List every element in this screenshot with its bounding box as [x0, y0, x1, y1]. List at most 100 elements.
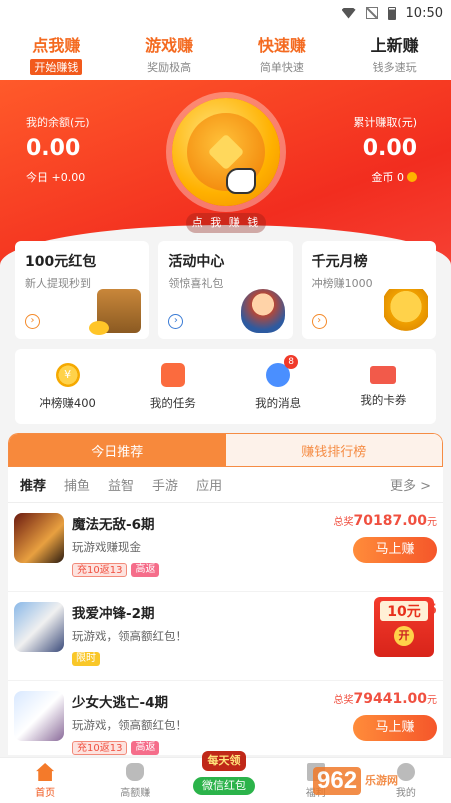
- card-title: 千元月榜: [311, 254, 368, 270]
- quick-label: 我的消息: [255, 395, 302, 410]
- prize-unit: 元: [427, 695, 437, 706]
- prize-amount: 70187.00: [353, 513, 427, 529]
- game-prize-block: 总奖70187.00元 马上赚: [333, 513, 437, 563]
- prize-unit: 元: [427, 517, 437, 528]
- nav-dianwozhuan[interactable]: 点我赚 开始赚钱: [0, 26, 113, 80]
- watermark-logo: 962 乐游网: [313, 765, 443, 797]
- card-monthly-ranking[interactable]: 千元月榜 冲榜赚1000 ›: [301, 241, 436, 339]
- today-earnings: 今日 +0.00: [26, 171, 86, 184]
- chevron-right-icon: ›: [25, 314, 40, 329]
- money-tree-icon: [383, 289, 428, 333]
- chevron-right-icon: ›: [168, 314, 184, 329]
- quick-links: ¥ 冲榜赚400 我的任务 8 我的消息 我的卡券: [15, 349, 436, 424]
- tab-label: 首页: [35, 788, 56, 799]
- status-bar: 10:50: [0, 0, 451, 26]
- nav-title: 游戏赚: [145, 35, 194, 55]
- earn-button-label[interactable]: 点 我 赚 钱: [186, 213, 266, 233]
- balance-block: 我的余额(元) 0.00 今日 +0.00: [26, 114, 90, 185]
- floating-red-packet[interactable]: 10元 开: [374, 597, 434, 657]
- nav-youxizhuan[interactable]: 游戏赚 奖励极高: [113, 26, 226, 80]
- earned-amount: 0.00: [362, 136, 417, 161]
- game-row[interactable]: 魔法无敌-6期 玩游戏赚现金 充10返13 高返 总奖70187.00元 马上赚: [8, 503, 443, 592]
- segment-control: 今日推荐 赚钱排行榜: [8, 433, 443, 467]
- earn-coin-button[interactable]: [172, 98, 280, 206]
- no-signal-icon: [365, 7, 378, 19]
- nav-sub: 钱多速玩: [372, 60, 417, 74]
- wifi-icon: [341, 7, 356, 19]
- tag-high-return: 高返: [131, 563, 160, 577]
- filter-apps[interactable]: 应用: [196, 475, 222, 494]
- nav-sub: 奖励极高: [147, 60, 192, 74]
- filter-mobile-games[interactable]: 手游: [152, 475, 178, 494]
- wechat-red-packet-label: 微信红包: [193, 777, 255, 795]
- quick-label: 冲榜赚400: [39, 395, 96, 410]
- top-nav: 点我赚 开始赚钱 游戏赚 奖励极高 快速赚 简单快速 上新赚 钱多速玩: [0, 26, 451, 80]
- prize-text: 总奖70187.00元: [333, 513, 437, 529]
- balance-label: 我的余额(元): [26, 116, 90, 129]
- nav-title: 快速赚: [257, 35, 306, 55]
- daily-label: 每天领: [202, 751, 246, 771]
- nav-sub: 简单快速: [259, 60, 304, 74]
- filter-recommend[interactable]: 推荐: [20, 475, 46, 494]
- card-activity-center[interactable]: 活动中心 领惊喜礼包 ›: [158, 241, 293, 339]
- chevron-right-icon: ›: [311, 314, 327, 329]
- prize-text: 总奖79441.00元: [333, 691, 437, 707]
- tab-label: 高额赚: [120, 788, 151, 799]
- coin-icon: [207, 133, 245, 171]
- money-bag-icon: [126, 763, 145, 781]
- prize-label: 总奖: [333, 517, 354, 528]
- tab-home[interactable]: 首页: [0, 758, 90, 803]
- coin-count: 金币 0: [353, 169, 417, 185]
- open-button[interactable]: 开: [394, 626, 414, 646]
- clock: 10:50: [405, 5, 443, 21]
- daily-wechat-red-packet-button[interactable]: 每天领 微信红包: [193, 751, 255, 799]
- quick-my-coupons[interactable]: 我的卡券: [331, 349, 436, 424]
- message-badge: 8: [284, 354, 299, 369]
- game-icon: [14, 513, 64, 563]
- earned-block: 累计赚取(元) 0.00 金币 0: [353, 114, 417, 185]
- quick-label: 我的任务: [149, 395, 196, 410]
- feature-cards: 100元红包 新人提现秒到 › 活动中心 领惊喜礼包 › 千元月榜 冲榜赚100…: [15, 241, 436, 339]
- tag-rebate: 充10返13: [72, 563, 128, 577]
- tag-high-return: 高返: [131, 741, 160, 755]
- tag-limited: 限时: [72, 652, 100, 666]
- quick-rank-400[interactable]: ¥ 冲榜赚400: [15, 349, 120, 424]
- nav-sub: 开始赚钱: [30, 58, 83, 75]
- coupon-icon: [370, 365, 397, 384]
- filter-fishing[interactable]: 捕鱼: [64, 475, 90, 494]
- card-title: 活动中心: [168, 254, 225, 270]
- prize-label: 总奖: [333, 695, 354, 706]
- watermark-text: 乐游网: [365, 774, 399, 787]
- card-title: 100元红包: [25, 254, 97, 270]
- nav-shangxinzhuan[interactable]: 上新赚 钱多速玩: [338, 26, 451, 80]
- message-icon: 8: [266, 354, 299, 387]
- watermark-number: 962: [313, 767, 362, 795]
- game-icon: [14, 602, 64, 652]
- yen-coin-icon: ¥: [55, 362, 80, 387]
- game-row[interactable]: 少女大逃亡-4期 玩游戏，领高额红包！ 充10返13 高返 总奖79441.00…: [8, 681, 443, 755]
- game-tags: 充10返13 高返: [72, 563, 435, 577]
- tab-high-earning[interactable]: 高额赚: [90, 758, 180, 803]
- category-filters: 推荐 捕鱼 益智 手游 应用 更多 >: [8, 467, 443, 503]
- quick-my-tasks[interactable]: 我的任务: [120, 349, 225, 424]
- quick-my-messages[interactable]: 8 我的消息: [226, 349, 331, 424]
- game-icon: [14, 691, 64, 741]
- earn-now-button[interactable]: 马上赚: [353, 715, 437, 741]
- home-icon: [36, 763, 55, 781]
- more-link[interactable]: 更多 >: [390, 475, 431, 494]
- red-packet-amount: 10元: [380, 601, 428, 621]
- game-panel: 今日推荐 赚钱排行榜 推荐 捕鱼 益智 手游 应用 更多 > 魔法无敌-6期 玩…: [8, 433, 443, 755]
- character-icon: [240, 289, 285, 333]
- earned-label: 累计赚取(元): [353, 116, 417, 129]
- filter-puzzle[interactable]: 益智: [108, 475, 134, 494]
- nav-title: 点我赚: [32, 35, 81, 55]
- nav-kuaisuzhuan[interactable]: 快速赚 简单快速: [226, 26, 339, 80]
- coin-count-text: 金币 0: [371, 171, 405, 184]
- tab-earning-ranking[interactable]: 赚钱排行榜: [225, 434, 442, 466]
- tab-today-recommend[interactable]: 今日推荐: [9, 434, 226, 466]
- prize-amount: 79441.00: [353, 691, 427, 707]
- nav-title: 上新赚: [370, 35, 419, 55]
- earn-now-button[interactable]: 马上赚: [353, 537, 437, 563]
- card-red-packet[interactable]: 100元红包 新人提现秒到 ›: [15, 241, 150, 339]
- game-prize-block: 总奖79441.00元 马上赚: [333, 691, 437, 741]
